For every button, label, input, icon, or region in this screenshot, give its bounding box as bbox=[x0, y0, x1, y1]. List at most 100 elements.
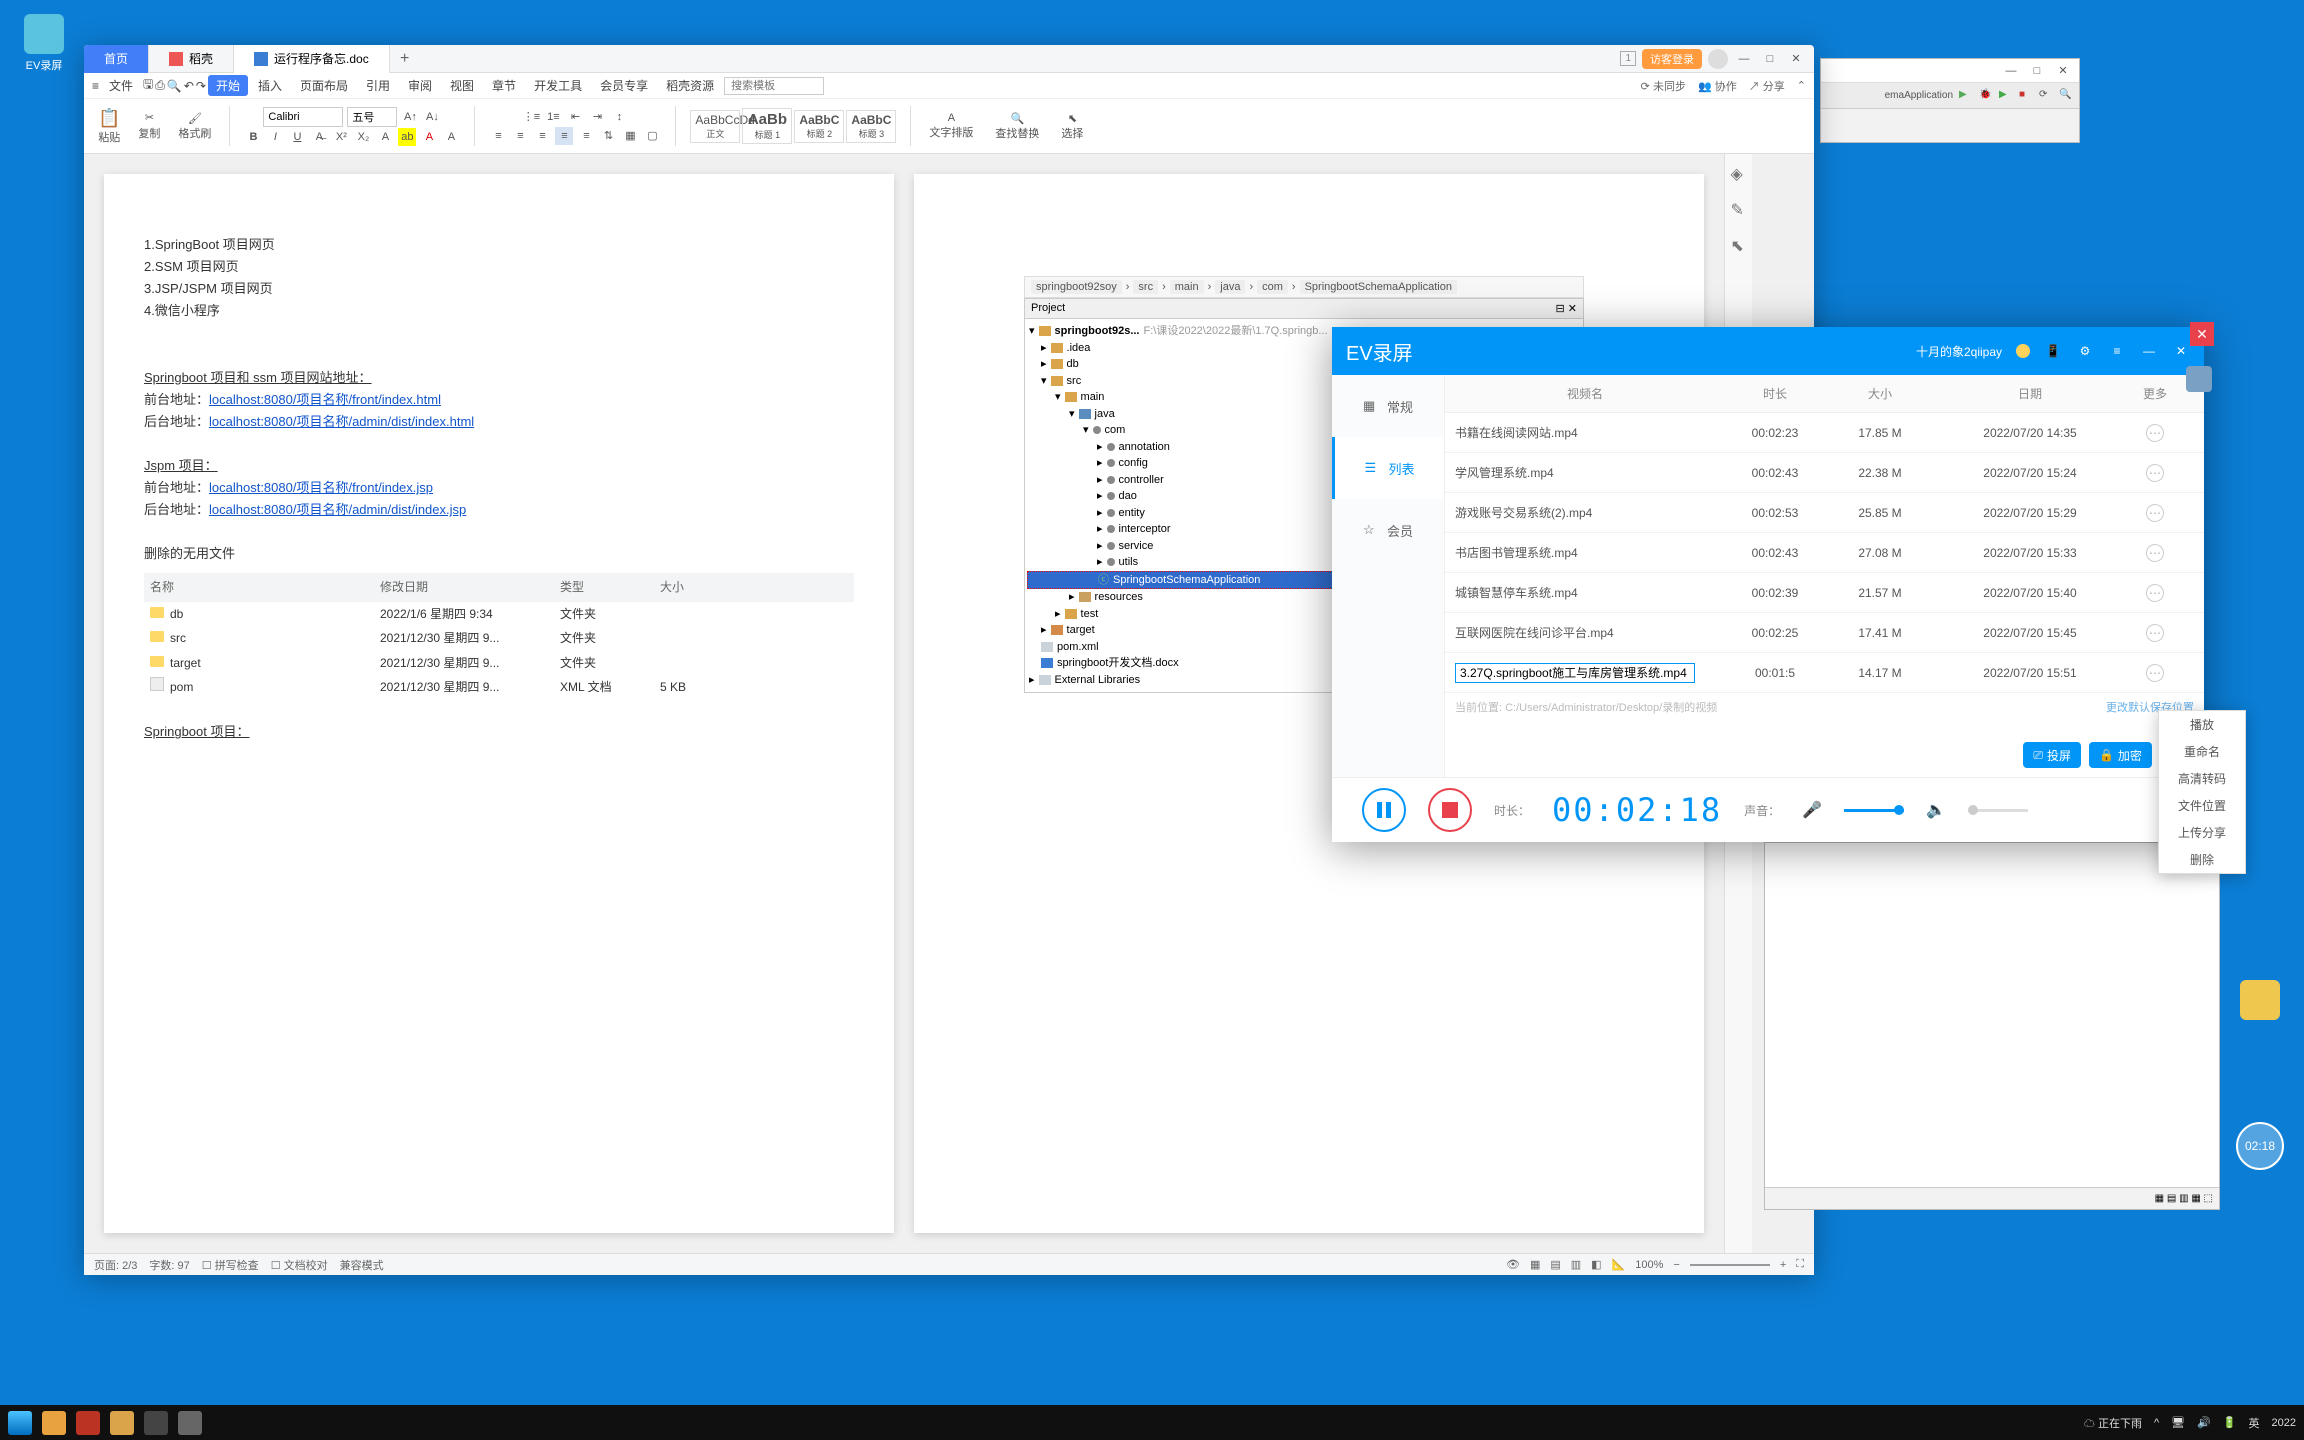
desktop-icon-chrome[interactable] bbox=[2230, 980, 2290, 1023]
vip-badge-icon[interactable] bbox=[2016, 344, 2030, 358]
share-button[interactable]: ↗ 分享 bbox=[1749, 78, 1785, 94]
preview-icon[interactable]: 🔍 bbox=[167, 79, 182, 93]
indent-inc-button[interactable]: ⇥ bbox=[588, 108, 606, 126]
cursor-icon[interactable]: ⬉ bbox=[1731, 236, 1747, 252]
menu-file[interactable]: 文件 bbox=[101, 75, 141, 96]
video-row[interactable]: 书籍在线阅读网站.mp400:02:2317.85 M2022/07/20 14… bbox=[1445, 413, 2204, 453]
bold-button[interactable]: B bbox=[244, 128, 262, 146]
mic-volume-slider[interactable] bbox=[1844, 809, 1904, 812]
maximize-icon[interactable]: □ bbox=[2027, 61, 2047, 81]
sidebar-item-list[interactable]: ☰列表 bbox=[1332, 437, 1444, 499]
grow-font-icon[interactable]: A↑ bbox=[401, 108, 419, 126]
print-icon[interactable]: ⎙ bbox=[155, 78, 165, 93]
run-config-dropdown[interactable]: emaApplication bbox=[1885, 90, 1953, 101]
coverage-icon[interactable]: ▶ bbox=[1999, 89, 2013, 103]
style-gallery[interactable]: AaBbCcDd正文 AaBb标题 1 AaBbC标题 2 AaBbC标题 3 bbox=[690, 108, 896, 144]
menu-review[interactable]: 审阅 bbox=[400, 75, 440, 96]
more-icon[interactable]: ⋯ bbox=[2146, 504, 2164, 522]
view-mode-icon[interactable]: ▦ bbox=[1530, 1258, 1540, 1271]
speaker-icon[interactable]: 🔈 bbox=[1926, 800, 1946, 820]
text-effect-button[interactable]: A bbox=[376, 128, 394, 146]
border-button[interactable]: ▢ bbox=[643, 127, 661, 145]
ime-indicator[interactable]: 英 bbox=[2249, 1415, 2260, 1431]
tab-home[interactable]: 首页 bbox=[84, 45, 149, 73]
zoom-out-icon[interactable]: − bbox=[1673, 1259, 1679, 1271]
italic-button[interactable]: I bbox=[266, 128, 284, 146]
eye-icon[interactable]: 👁 bbox=[1506, 1258, 1520, 1271]
tab-document[interactable]: 运行程序备忘.doc bbox=[234, 45, 390, 73]
tray-battery-icon[interactable]: 🔋 bbox=[2223, 1416, 2237, 1429]
menu-start[interactable]: 开始 bbox=[208, 75, 248, 96]
close-button[interactable]: ✕ bbox=[2190, 322, 2214, 346]
spellcheck-toggle[interactable]: ☐ 拼写检查 bbox=[202, 1257, 259, 1273]
menu-sections[interactable]: 章节 bbox=[484, 75, 524, 96]
tray-network-icon[interactable]: 🖥 bbox=[2171, 1416, 2185, 1429]
taskbar-app[interactable] bbox=[42, 1411, 66, 1435]
view-grid-icon[interactable]: ▦ ▤ ▥ ▦ ⬚ bbox=[2155, 1193, 2213, 1204]
menu-refs[interactable]: 引用 bbox=[358, 75, 398, 96]
caret-icon[interactable]: ⌃ bbox=[1797, 79, 1806, 92]
menu-view[interactable]: 视图 bbox=[442, 75, 482, 96]
pencil-icon[interactable]: ✎ bbox=[1731, 200, 1747, 216]
paste-button[interactable]: 📋粘贴 bbox=[94, 106, 124, 147]
menu-insert[interactable]: 插入 bbox=[250, 75, 290, 96]
underline-button[interactable]: U bbox=[288, 128, 306, 146]
ctx-rename[interactable]: 重命名 bbox=[2159, 738, 2245, 765]
taskbar-app[interactable] bbox=[178, 1411, 202, 1435]
video-row[interactable]: 互联网医院在线问诊平台.mp400:02:2517.41 M2022/07/20… bbox=[1445, 613, 2204, 653]
weather-widget[interactable]: ☁ 正在下雨 bbox=[2084, 1415, 2142, 1431]
zoom-slider[interactable] bbox=[1690, 1264, 1770, 1266]
video-row[interactable]: 城镇智慧停车系统.mp400:02:3921.57 M2022/07/20 15… bbox=[1445, 573, 2204, 613]
more-icon[interactable]: ⋯ bbox=[2146, 624, 2164, 642]
tab-docer[interactable]: 稻壳 bbox=[149, 45, 234, 73]
style-h2[interactable]: AaBbC标题 2 bbox=[794, 110, 844, 143]
menu-icon[interactable]: ≡ bbox=[92, 79, 99, 93]
stop-button[interactable] bbox=[1428, 788, 1472, 832]
sidebar-item-general[interactable]: ▦常规 bbox=[1332, 375, 1444, 437]
taskbar-app[interactable] bbox=[144, 1411, 168, 1435]
run-icon[interactable]: ▶ bbox=[1959, 89, 1973, 103]
start-button[interactable] bbox=[8, 1411, 32, 1435]
more-icon[interactable]: ⋯ bbox=[2146, 544, 2164, 562]
view-mode-icon[interactable]: ▤ bbox=[1550, 1258, 1560, 1271]
menu-member[interactable]: 会员专享 bbox=[592, 75, 656, 96]
sort-icon[interactable]: ↕ bbox=[610, 108, 628, 126]
align-center-button[interactable]: ≡ bbox=[511, 127, 529, 145]
superscript-button[interactable]: X² bbox=[332, 128, 350, 146]
collab-button[interactable]: 👥 协作 bbox=[1698, 78, 1737, 94]
redo-icon[interactable]: ↷ bbox=[196, 79, 206, 93]
search-icon[interactable]: 🔍 bbox=[2059, 89, 2073, 103]
taskbar-app[interactable] bbox=[76, 1411, 100, 1435]
indent-dec-button[interactable]: ⇤ bbox=[566, 108, 584, 126]
format-painter-button[interactable]: 🖌格式刷 bbox=[174, 110, 215, 143]
style-h3[interactable]: AaBbC标题 3 bbox=[846, 110, 896, 143]
phone-icon[interactable]: 📱 bbox=[2044, 342, 2062, 360]
login-button[interactable]: 访客登录 bbox=[1642, 49, 1702, 69]
font-color-button[interactable]: A bbox=[420, 128, 438, 146]
minimize-icon[interactable]: — bbox=[2140, 342, 2158, 360]
git-icon[interactable]: ⟳ bbox=[2039, 89, 2053, 103]
zoom-in-icon[interactable]: + bbox=[1780, 1259, 1786, 1271]
page-indicator[interactable]: 页面: 2/3 bbox=[94, 1257, 137, 1273]
ctx-play[interactable]: 播放 bbox=[2159, 711, 2245, 738]
word-count[interactable]: 字数: 97 bbox=[149, 1257, 189, 1273]
style-normal[interactable]: AaBbCcDd正文 bbox=[690, 110, 740, 143]
rename-input[interactable] bbox=[1455, 663, 1695, 683]
pause-button[interactable] bbox=[1362, 788, 1406, 832]
shrink-font-icon[interactable]: A↓ bbox=[423, 108, 441, 126]
stop-icon[interactable]: ■ bbox=[2019, 89, 2033, 103]
more-icon[interactable]: ⋯ bbox=[2146, 424, 2164, 442]
save-icon[interactable]: 🖫 bbox=[143, 75, 153, 96]
more-icon[interactable]: ⋯ bbox=[2146, 664, 2164, 682]
copy-button[interactable]: 复制 bbox=[138, 125, 160, 141]
video-row[interactable]: 学风管理系统.mp400:02:4322.38 M2022/07/20 15:2… bbox=[1445, 453, 2204, 493]
subscript-button[interactable]: X₂ bbox=[354, 128, 372, 146]
ide-profile-avatar[interactable] bbox=[2186, 366, 2212, 392]
mic-icon[interactable]: 🎤 bbox=[1802, 800, 1822, 820]
numbers-button[interactable]: 1≡ bbox=[544, 108, 562, 126]
proofing-toggle[interactable]: ☐ 文档校对 bbox=[271, 1257, 328, 1273]
cut-icon[interactable]: ✂ bbox=[145, 111, 154, 124]
ctx-filelocation[interactable]: 文件位置 bbox=[2159, 792, 2245, 819]
find-replace-button[interactable]: 🔍查找替换 bbox=[991, 110, 1043, 143]
text-tools-button[interactable]: A文字排版 bbox=[925, 110, 977, 142]
